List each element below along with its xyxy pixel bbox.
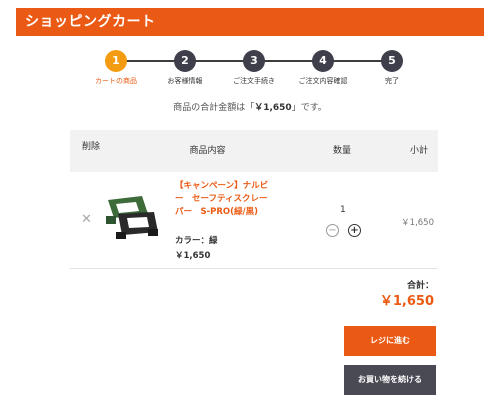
order-total-value: ￥1,650 <box>379 294 434 309</box>
item-subtotal: ￥1,650 <box>401 218 434 228</box>
step-number: 5 <box>381 50 403 72</box>
step-label: お客様情報 <box>167 77 203 85</box>
header-quantity: 数量 <box>332 146 351 156</box>
header-subtotal: 小計 <box>409 146 428 156</box>
step-order-procedure: 3 ご注文手続き <box>214 50 294 86</box>
step-order-confirm: 4 ご注文内容確認 <box>283 50 363 86</box>
step-number: 2 <box>174 50 196 72</box>
quantity-value: 1 <box>340 205 346 215</box>
header-content: 商品内容 <box>189 146 226 156</box>
product-image[interactable] <box>102 192 162 240</box>
checkout-button[interactable]: レジに進む <box>344 326 436 356</box>
step-label: 完了 <box>385 77 399 85</box>
cart-item-row: ✕ 【キャンペーン】ナルビー セーフティスクレーパー S-PRO(緑/黒) カラ… <box>70 172 438 269</box>
cart-total-message: 商品の合計金額は「￥1,650」です。 <box>0 100 500 113</box>
quantity-decrease-button[interactable]: − <box>326 224 339 237</box>
product-color: カラー：緑 <box>175 236 218 246</box>
step-label: ご注文内容確認 <box>298 77 348 85</box>
step-cart: 1 カートの商品 <box>76 50 156 86</box>
step-label: ご注文手続き <box>233 77 275 85</box>
step-label: カートの商品 <box>95 77 137 85</box>
product-name-link[interactable]: 【キャンペーン】ナルビー セーフティスクレーパー S-PRO(緑/黒) <box>175 180 275 219</box>
total-message-amount: ￥1,650 <box>254 103 292 113</box>
cart-table-header: 削除 商品内容 数量 小計 <box>70 130 438 172</box>
step-number: 1 <box>105 50 127 72</box>
step-number: 3 <box>243 50 265 72</box>
close-icon[interactable]: ✕ <box>81 212 92 227</box>
total-message-prefix: 商品の合計金額は「 <box>173 103 255 113</box>
page-title: ショッピングカート <box>16 8 484 36</box>
step-customer-info: 2 お客様情報 <box>145 50 225 86</box>
quantity-increase-button[interactable]: + <box>348 224 361 237</box>
product-price: ￥1,650 <box>175 251 211 261</box>
total-message-suffix: 」です。 <box>291 103 327 113</box>
checkout-steps: 1 カートの商品 2 お客様情報 3 ご注文手続き 4 ご注文内容確認 5 完了 <box>0 50 500 90</box>
step-number: 4 <box>312 50 334 72</box>
continue-shopping-button[interactable]: お買い物を続ける <box>344 365 436 395</box>
step-complete: 5 完了 <box>352 50 432 86</box>
